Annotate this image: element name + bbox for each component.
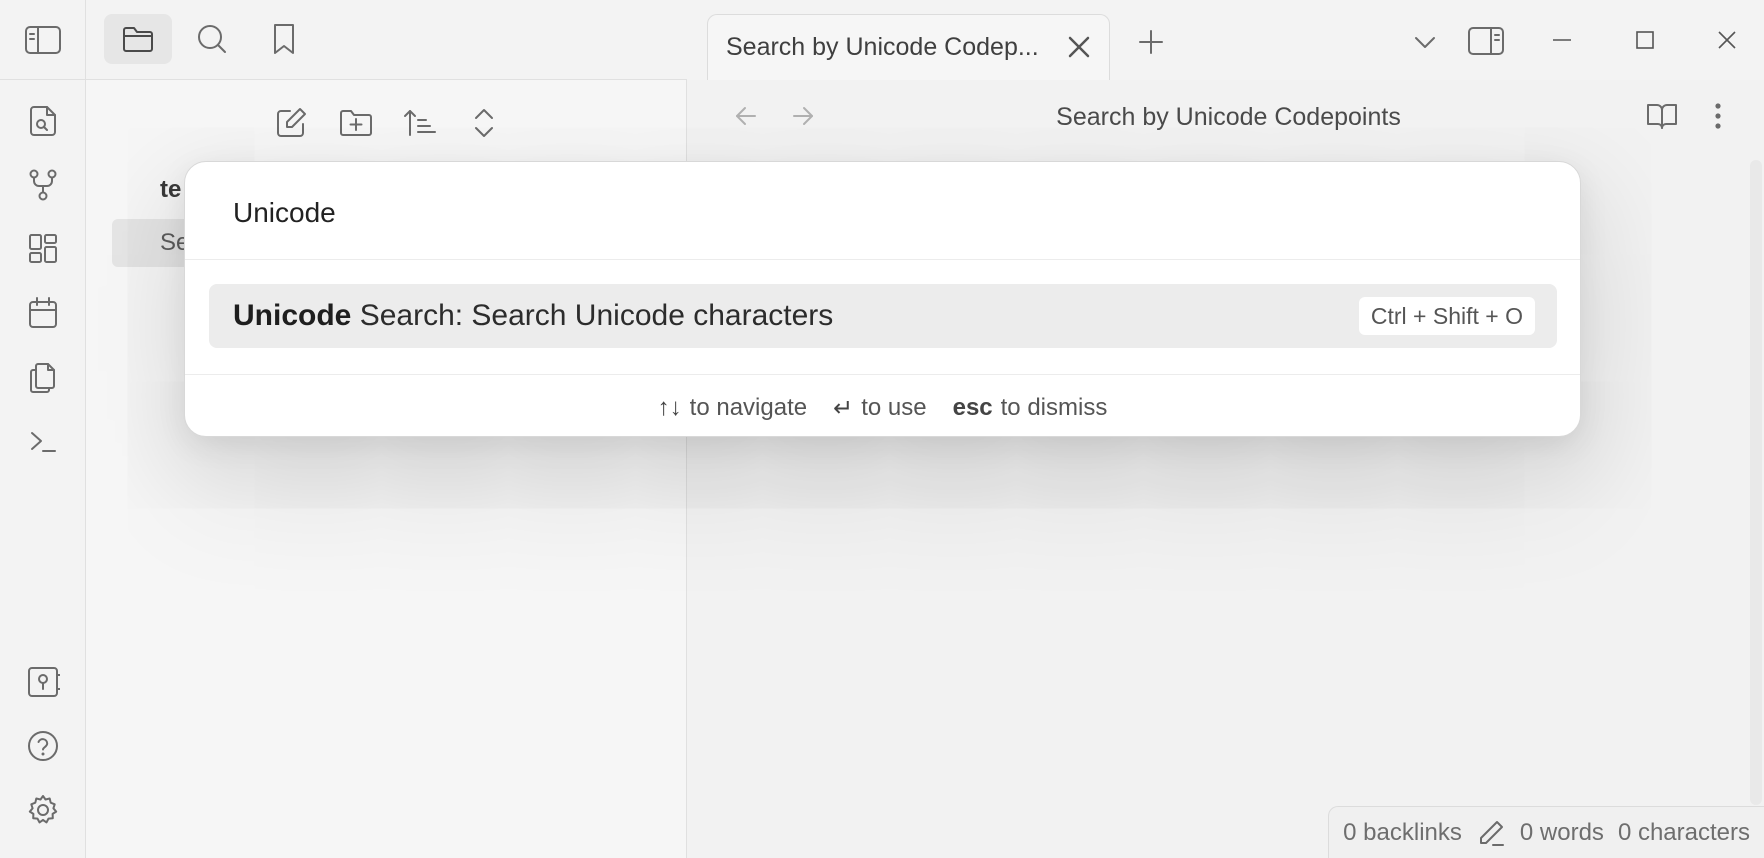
suggestion-label: Unicode Search: Search Unicode character… <box>233 299 833 333</box>
calendar-icon <box>29 297 57 328</box>
more-vertical-icon <box>1715 103 1721 129</box>
tab-title: Search by Unicode Codep... <box>726 33 1039 61</box>
instruction-use: ↵ to use <box>833 394 927 423</box>
open-vault-button[interactable] <box>23 662 63 702</box>
close-icon <box>1068 36 1090 58</box>
divider <box>185 259 1580 260</box>
minimize-button[interactable] <box>1537 22 1587 58</box>
close-window-button[interactable] <box>1702 22 1752 58</box>
maximize-icon <box>1636 31 1654 49</box>
help-icon <box>28 731 58 761</box>
close-window-icon <box>1718 31 1736 49</box>
gear-icon <box>28 795 58 824</box>
more-options-button[interactable] <box>1698 96 1738 136</box>
pencil-icon <box>1479 820 1504 846</box>
command-search-input[interactable] <box>233 190 1533 236</box>
sidebar-tab-bar <box>86 0 687 80</box>
backlinks-count[interactable]: 0 backlinks <box>1343 819 1462 847</box>
toggle-right-sidebar-button[interactable] <box>1463 20 1509 62</box>
sidebar-right-icon <box>1468 27 1504 55</box>
suggestion-item[interactable]: Unicode Search: Search Unicode character… <box>209 284 1557 348</box>
status-bar: 0 backlinks 0 words 0 characters <box>1328 806 1764 858</box>
suggestion-hotkey: Ctrl + Shift + O <box>1358 297 1535 335</box>
sort-button[interactable] <box>398 102 442 144</box>
new-note-button[interactable] <box>269 102 313 144</box>
canvas-button[interactable] <box>23 229 63 269</box>
maximize-button[interactable] <box>1620 22 1670 58</box>
tree-folder[interactable]: te <box>160 176 181 204</box>
insert-template-button[interactable] <box>23 357 63 397</box>
tab-list-button[interactable] <box>1405 22 1445 62</box>
file-search-icon <box>30 106 56 136</box>
instruction-key: esc <box>952 394 993 421</box>
view-title[interactable]: Search by Unicode Codepoints <box>687 103 1764 132</box>
minimize-icon <box>1553 39 1571 41</box>
document-tab[interactable]: Search by Unicode Codep... <box>707 14 1110 80</box>
book-open-icon <box>1647 104 1677 129</box>
sidebar-left-icon <box>25 25 61 54</box>
vault-icon <box>28 667 60 697</box>
new-folder-icon <box>340 110 372 136</box>
collapse-all-button[interactable] <box>462 102 506 144</box>
command-palette-button[interactable] <box>23 421 63 461</box>
ribbon <box>0 0 86 858</box>
quick-switcher-button[interactable] <box>23 101 63 141</box>
new-tab-button[interactable] <box>1129 22 1173 62</box>
tab-search[interactable] <box>178 14 246 64</box>
toggle-sidebar-button[interactable] <box>0 0 86 80</box>
word-count: 0 words <box>1519 818 1604 846</box>
sort-icon <box>404 110 436 136</box>
instruction-text: to navigate <box>689 394 808 421</box>
layout-dashboard-icon <box>29 234 57 263</box>
command-palette: Unicode Search: Search Unicode character… <box>184 161 1581 437</box>
reading-view-button[interactable] <box>1639 96 1685 136</box>
folder-icon <box>123 27 153 52</box>
graph-icon <box>29 169 57 201</box>
settings-button[interactable] <box>23 790 63 830</box>
tab-strip: Search by Unicode Codep... <box>687 0 1764 80</box>
instruction-text: to use <box>861 394 927 421</box>
edit-mode-button[interactable] <box>1476 818 1506 848</box>
character-count: 0 characters <box>1617 818 1750 846</box>
collapse-icon <box>475 109 493 137</box>
new-note-icon <box>277 108 306 137</box>
instruction-key: ↵ <box>833 395 854 422</box>
terminal-icon <box>31 432 56 452</box>
instruction-navigate: ↑↓ to navigate <box>658 394 807 423</box>
chevron-down-icon <box>1415 37 1435 48</box>
instruction-dismiss: esc to dismiss <box>953 394 1108 423</box>
bookmark-icon <box>274 24 294 54</box>
copy-icon <box>30 363 55 393</box>
help-button[interactable] <box>23 726 63 766</box>
graph-view-button[interactable] <box>23 165 63 205</box>
tab-bookmarks[interactable] <box>250 14 318 64</box>
suggestion-rest: Search: Search Unicode characters <box>351 299 834 332</box>
scrollbar[interactable] <box>1750 160 1762 805</box>
search-icon <box>198 25 226 53</box>
tab-close-button[interactable] <box>1067 35 1091 59</box>
new-folder-button[interactable] <box>334 102 378 144</box>
plus-icon <box>1139 30 1163 54</box>
instruction-text: to dismiss <box>1000 394 1108 421</box>
instruction-key: ↑↓ <box>657 394 682 421</box>
prompt-instructions: ↑↓ to navigate ↵ to use esc to dismiss <box>185 394 1580 423</box>
suggestion-match: Unicode <box>233 299 352 332</box>
divider <box>185 374 1580 375</box>
tab-files[interactable] <box>104 14 172 64</box>
daily-note-button[interactable] <box>23 293 63 333</box>
